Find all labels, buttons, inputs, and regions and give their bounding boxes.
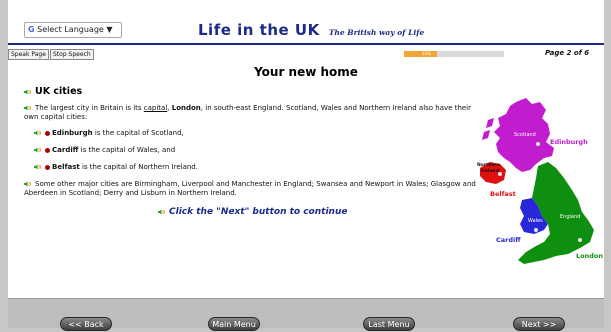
uk-map: Scotland Edinburgh Northern Ireland Belf… xyxy=(477,98,603,264)
language-select[interactable]: G Select Language ▼ xyxy=(24,22,122,38)
scotland-island xyxy=(482,130,490,140)
next-button[interactable]: Next >> xyxy=(513,317,565,331)
speaker-icon[interactable] xyxy=(34,130,41,136)
capital-link[interactable]: capital xyxy=(144,104,168,112)
speaker-icon[interactable] xyxy=(24,105,31,111)
progress-fill xyxy=(404,51,437,57)
other-cities-paragraph: Some other major cities are Birmingham, … xyxy=(24,180,476,198)
page-title: Your new home xyxy=(254,65,358,79)
northern-ireland-label-1: Northern xyxy=(477,162,500,168)
belfast-label: Belfast xyxy=(490,190,516,198)
speak-page-button[interactable]: Speak Page xyxy=(8,49,49,60)
continue-instruction-text: Click the "Next" button to continue xyxy=(169,207,348,217)
speaker-icon[interactable] xyxy=(24,89,31,95)
bullet-dot xyxy=(45,147,50,153)
scotland-label: Scotland xyxy=(514,132,536,138)
edinburgh-label: Edinburgh xyxy=(550,138,588,146)
city-name: Edinburgh xyxy=(52,129,93,137)
progress-label: 33% xyxy=(422,51,431,56)
site-subtitle: The British way of Life xyxy=(328,28,425,37)
google-icon: G xyxy=(28,25,35,34)
chevron-down-icon: ▼ xyxy=(106,25,113,34)
bullet-text: is the capital of Northern Ireland. xyxy=(79,163,198,171)
city-name: Cardiff xyxy=(52,146,79,154)
bullet-dot xyxy=(45,164,50,170)
city-name: Belfast xyxy=(52,163,80,171)
site-title: Life in the UK The British way of Life xyxy=(198,20,424,39)
bullet-dot xyxy=(45,130,50,136)
scotland-island xyxy=(486,118,494,128)
wales-label: Wales xyxy=(528,218,543,224)
continue-instruction: Click the "Next" button to continue xyxy=(158,207,347,217)
back-button[interactable]: << Back xyxy=(60,317,112,331)
section-heading-text: UK cities xyxy=(35,86,83,97)
cardiff-marker xyxy=(534,228,538,232)
stop-speech-button[interactable]: Stop Speech xyxy=(50,49,94,60)
england-label: England xyxy=(560,214,580,220)
london-marker xyxy=(578,238,582,242)
cardiff-label: Cardiff xyxy=(496,236,521,244)
other-cities-text: Some other major cities are Birmingham, … xyxy=(24,180,476,197)
last-menu-button[interactable]: Last Menu xyxy=(363,317,415,331)
speaker-icon[interactable] xyxy=(34,164,41,170)
intro-text-1: The largest city in Britain is its xyxy=(35,104,144,112)
progress-bar: 33% xyxy=(404,51,504,57)
speaker-icon[interactable] xyxy=(24,181,31,187)
footer-nav: << Back Main Menu Last Menu Next >> xyxy=(8,298,604,331)
section-heading: UK cities xyxy=(24,86,82,97)
main-menu-button[interactable]: Main Menu xyxy=(208,317,260,331)
page-indicator: Page 2 of 6 xyxy=(545,49,590,57)
speaker-icon[interactable] xyxy=(34,147,41,153)
language-select-label: Select Language xyxy=(37,25,104,34)
edinburgh-marker xyxy=(536,142,540,146)
bullet-text: is the capital of Wales, and xyxy=(78,146,176,154)
speaker-icon[interactable] xyxy=(158,209,165,215)
list-item: Cardiff is the capital of Wales, and xyxy=(34,146,175,155)
northern-ireland-label-2: Ireland xyxy=(481,168,499,174)
list-item: Belfast is the capital of Northern Irela… xyxy=(34,163,198,172)
site-title-main: Life in the UK xyxy=(198,21,320,39)
bullet-text: is the capital of Scotland, xyxy=(92,129,184,137)
header: G Select Language ▼ Life in the UK The B… xyxy=(8,0,604,45)
app-frame: G Select Language ▼ Life in the UK The B… xyxy=(8,0,604,331)
list-item: Edinburgh is the capital of Scotland, xyxy=(34,129,184,138)
london-label: London xyxy=(576,252,603,260)
london-bold: London xyxy=(171,104,201,112)
intro-paragraph: The largest city in Britain is its capit… xyxy=(24,104,476,122)
